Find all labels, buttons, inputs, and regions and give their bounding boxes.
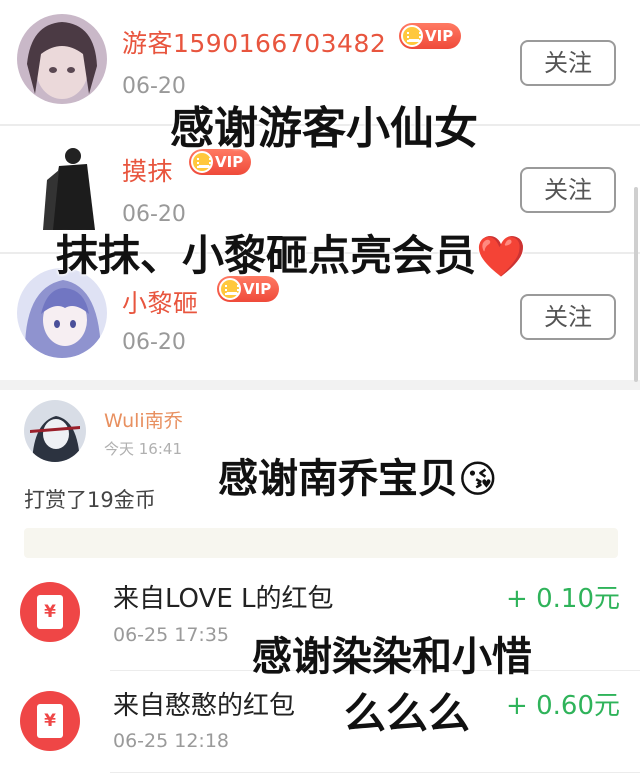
- username[interactable]: 游客1590166703482: [122, 24, 386, 60]
- tipper-name[interactable]: Wuli南乔: [104, 406, 183, 433]
- red-packet-title: 来自憨憨的红包: [113, 691, 296, 721]
- overlay-caption: 抹抹、小黎砸点亮会员❤️: [56, 222, 526, 283]
- tip-time: 今天 16:41: [104, 440, 182, 458]
- kiss-emoji-icon: 😘: [458, 457, 498, 501]
- red-packet-row[interactable]: ¥ 来自憨憨的红包 06-25 12:18 + 0.60元: [0, 671, 640, 783]
- avatar[interactable]: [17, 14, 107, 104]
- username[interactable]: 摸抹: [122, 152, 173, 188]
- tip-message: 打赏了19金币: [24, 488, 156, 512]
- scrollbar[interactable]: [634, 187, 638, 382]
- overlay-caption: 么么么: [344, 689, 471, 738]
- vip-badge: VIP: [399, 23, 462, 49]
- divider: [110, 772, 640, 773]
- red-packet-title: 来自LOVE L的红包: [113, 584, 334, 614]
- follow-button[interactable]: 关注: [520, 167, 616, 213]
- quoted-content: [24, 528, 618, 558]
- red-packet-icon: ¥: [20, 691, 80, 751]
- overlay-caption-text: 抹抹、小黎砸点亮会员: [56, 231, 477, 280]
- red-packet-amount: + 0.60元: [506, 691, 620, 721]
- follow-button[interactable]: 关注: [520, 40, 616, 86]
- vip-label: VIP: [425, 27, 454, 45]
- username[interactable]: 小黎砸: [122, 284, 199, 320]
- follow-button[interactable]: 关注: [520, 294, 616, 340]
- avatar[interactable]: [17, 140, 107, 230]
- overlay-caption: 感谢南乔宝贝😘: [218, 446, 498, 504]
- red-packet-amount: + 0.10元: [506, 584, 620, 614]
- red-packet-icon: ¥: [20, 582, 80, 642]
- overlay-caption-text: 感谢南乔宝贝: [218, 456, 458, 502]
- red-packet-time: 06-25 17:35: [113, 624, 230, 646]
- red-packet-time: 06-25 12:18: [113, 730, 230, 752]
- heart-icon: ❤️: [476, 234, 526, 280]
- crown-icon: [401, 25, 423, 47]
- overlay-caption: 感谢游客小仙女: [170, 103, 478, 154]
- avatar[interactable]: [24, 400, 86, 462]
- overlay-caption: 感谢染染和小惜: [252, 634, 532, 680]
- follow-date: 06-20: [122, 330, 186, 355]
- divider: [0, 380, 640, 390]
